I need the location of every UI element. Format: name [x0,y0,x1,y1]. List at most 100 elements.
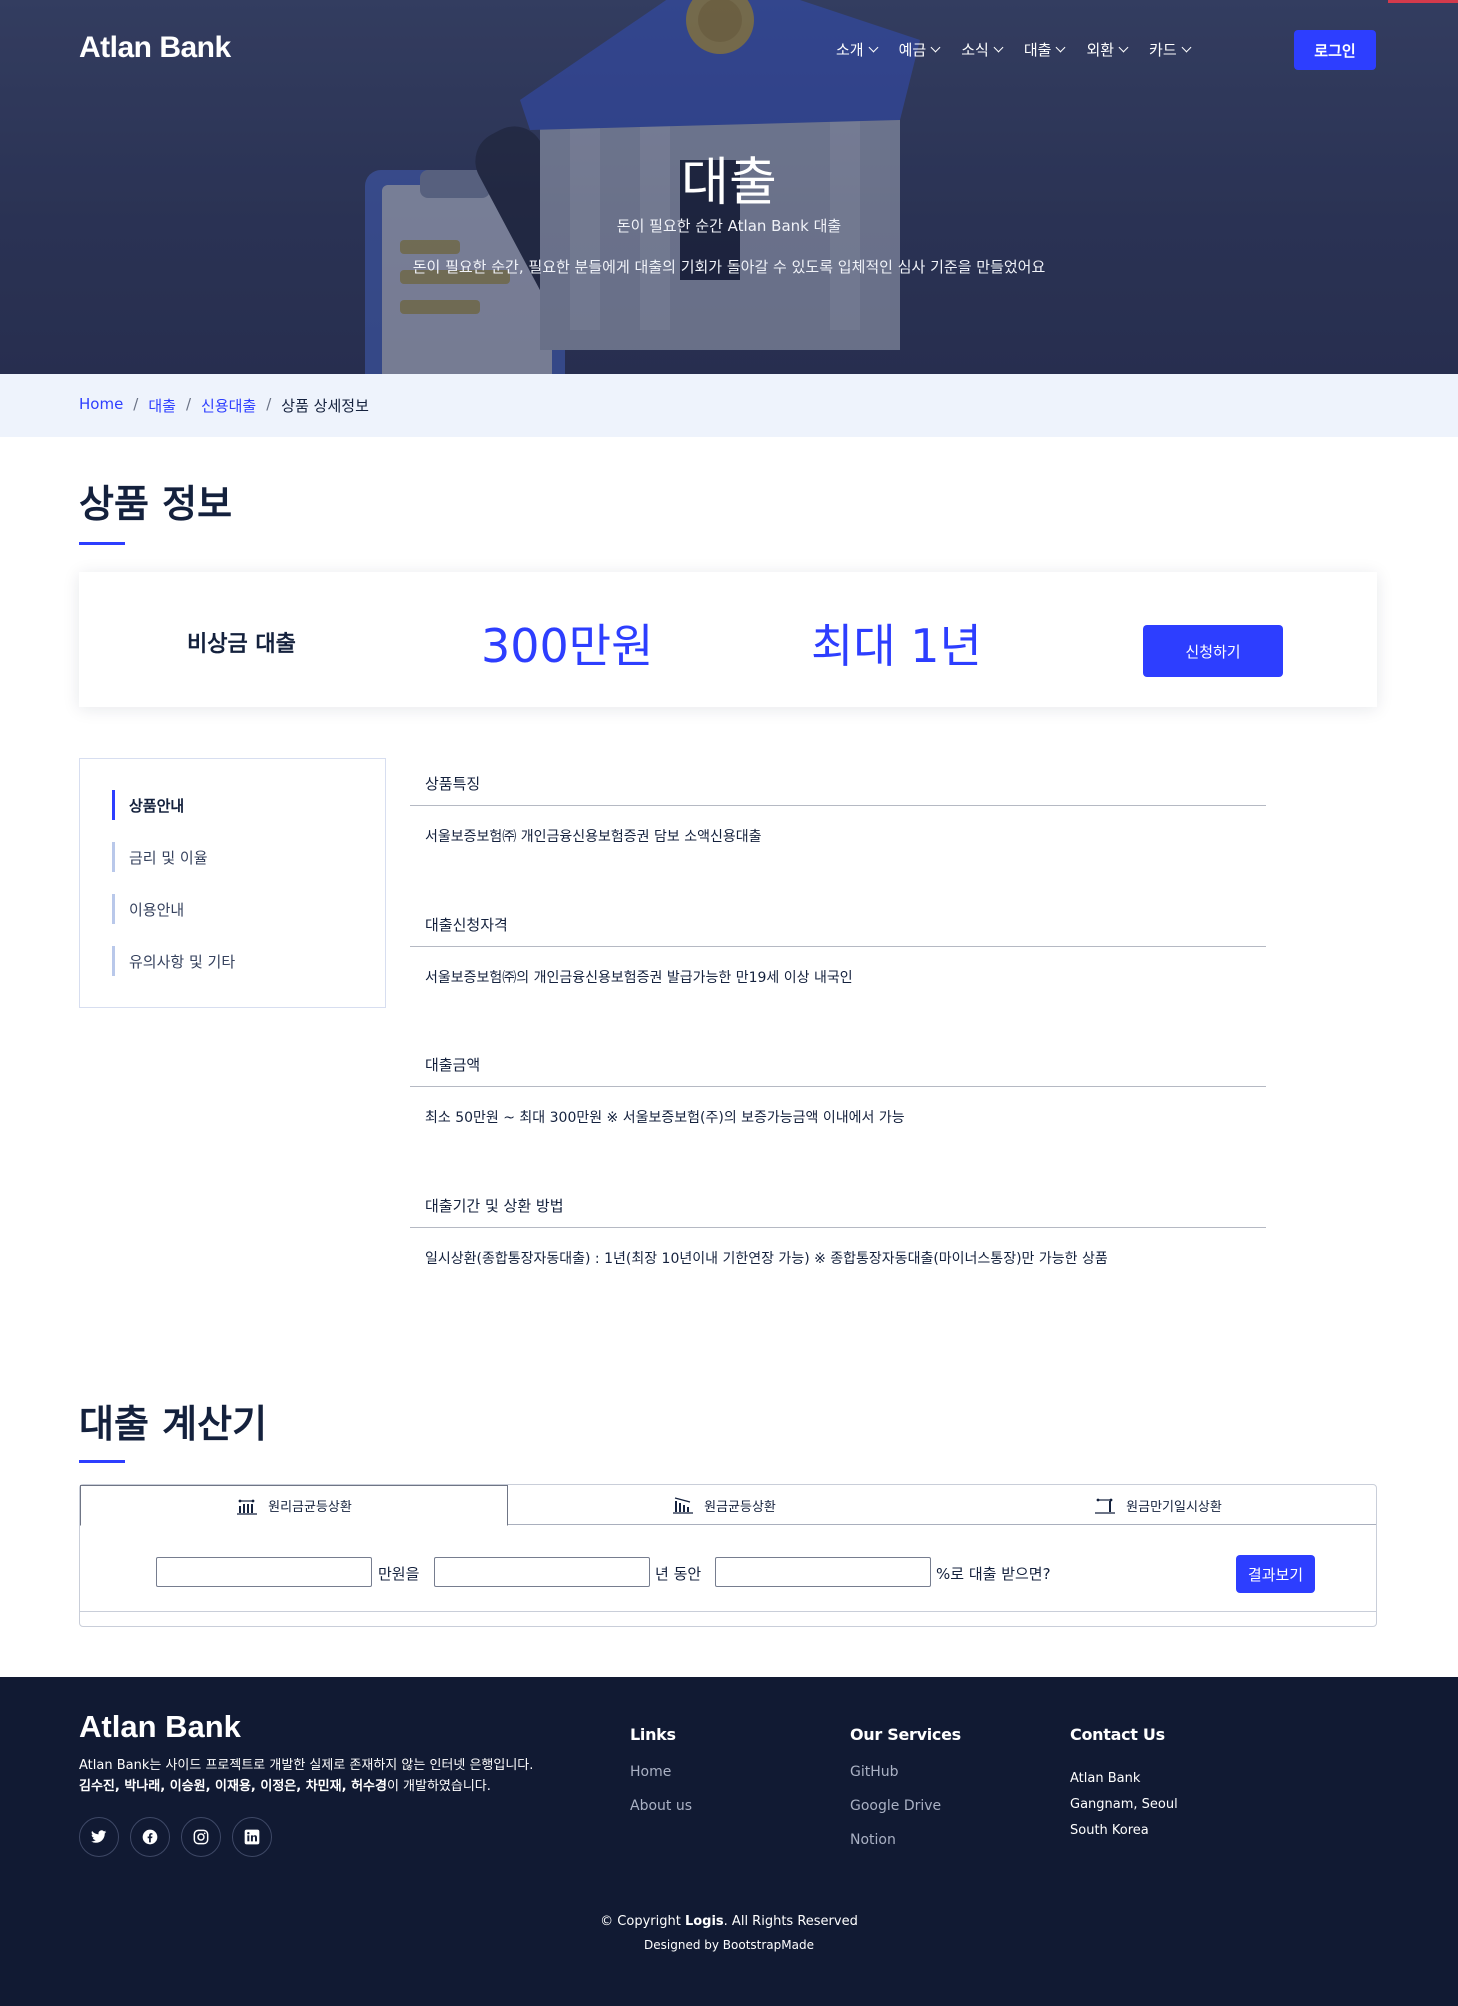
chevron-down-icon [1118,42,1129,53]
descending-chart-icon [673,1497,694,1514]
linkedin-icon[interactable] [232,1817,272,1857]
copyright-brand: Logis [684,1914,724,1929]
footer-logo[interactable]: Atlan Bank [79,1709,241,1745]
apply-button[interactable]: 신청하기 [1143,625,1283,677]
nav-item-loan[interactable]: 대출 [1023,39,1066,60]
breadcrumb-separator: / [266,395,272,413]
section-underline [79,542,125,545]
rate-unit-label: %로 대출 받으면? [936,1565,1051,1583]
side-menu-item-product-guide[interactable]: 상품안내 [112,790,184,820]
footer-link-home[interactable]: Home [630,1764,671,1780]
nav-item-intro[interactable]: 소개 [836,39,879,60]
loan-amount-input[interactable] [156,1557,372,1587]
footer-link-about[interactable]: About us [630,1798,692,1814]
detail-heading: 대출금액 [425,1056,481,1074]
interest-rate-input[interactable] [715,1557,931,1587]
product-max-amount: 300만원 [481,619,654,673]
team-suffix: 이 개발하였습니다. [386,1779,491,1794]
footer-link-notion[interactable]: Notion [850,1832,896,1848]
chevron-down-icon [993,42,1004,53]
site-footer: Atlan Bank Atlan Bank는 사이드 프로젝트로 개발한 실제로… [0,1677,1458,2006]
footer-links-title: Links [630,1725,676,1744]
calculator-tabs: 원리금균등상환 원금균등상환 원금만기일시상환 [80,1485,1376,1526]
breadcrumb-separator: / [185,395,192,413]
nav-item-news[interactable]: 소식 [961,39,1004,60]
divider [410,1227,1266,1228]
side-menu-item-interest[interactable]: 금리 및 이율 [112,842,208,872]
detail-block-amount: 대출금액 최소 50만원 ~ 최대 300만원 ※ 서울보증보험(주)의 보증가… [410,1054,1266,1127]
social-links [79,1817,272,1857]
product-name: 비상금 대출 [187,632,296,657]
divider [410,1086,1266,1087]
footer-description: Atlan Bank는 사이드 프로젝트로 개발한 실제로 존재하지 않는 인터… [79,1758,534,1773]
amount-unit-label: 만원을 [378,1565,420,1583]
footer-team: 김수진, 박나래, 이승원, 이재용, 이정은, 차민재, 허수경이 개발하였습… [79,1775,491,1794]
tab-bullet-repayment[interactable]: 원금만기일시상환 [940,1485,1376,1525]
copyright-suffix: . All Rights Reserved [723,1914,858,1929]
team-names: 김수진, 박나래, 이승원, 이재용, 이정은, 차민재, 허수경 [79,1779,387,1794]
hero-title: 대출 [681,153,777,213]
product-max-term: 최대 1년 [811,619,982,673]
detail-block-eligibility: 대출신청자격 서울보증보험㈜의 개인금융신용보험증권 발급가능한 만19세 이상… [410,914,1266,987]
nav-item-label: 외환 [1086,41,1115,59]
chevron-down-icon [1181,42,1192,53]
detail-body: 서울보증보험㈜의 개인금융신용보험증권 발급가능한 만19세 이상 내국인 [425,970,853,986]
top-accent-line [1388,0,1458,3]
side-menu-item-notes[interactable]: 유의사항 및 기타 [112,946,235,976]
divider [410,946,1266,947]
product-side-menu: 상품안내 금리 및 이율 이용안내 유의사항 및 기타 [79,758,386,1008]
hero-subtitle: 돈이 필요한 순간 Atlan Bank 대출 [616,217,842,235]
site-logo[interactable]: Atlan Bank [79,31,231,65]
twitter-icon[interactable] [79,1817,119,1857]
bar-chart-icon [237,1499,258,1515]
side-menu-item-usage[interactable]: 이용안내 [112,894,184,924]
nav-item-deposit[interactable]: 예금 [898,39,941,60]
calculate-button[interactable]: 결과보기 [1236,1555,1315,1593]
calculator-input-row: 만원을 년 동안 %로 대출 받으면? 결과보기 [80,1525,1376,1612]
nav-item-card[interactable]: 카드 [1149,39,1192,60]
nav-item-label: 카드 [1149,41,1177,59]
breadcrumb-home[interactable]: Home [79,395,123,416]
tab-label: 원금균등상환 [704,1499,776,1515]
divider [410,805,1266,806]
footer-link-github[interactable]: GitHub [850,1764,899,1780]
instagram-icon[interactable] [181,1817,221,1857]
breadcrumb-loan[interactable]: 대출 [148,395,176,416]
facebook-icon[interactable] [130,1817,170,1857]
tab-equal-principal[interactable]: 원금균등상환 [508,1485,940,1525]
contact-line: South Korea [1070,1823,1149,1838]
copyright: © Copyright Logis. All Rights Reserved [0,1914,1458,1929]
breadcrumb: Home / 대출 / 신용대출 / 상품 상세정보 [79,395,369,416]
chevron-down-icon [868,42,879,53]
detail-heading: 대출신청자격 [425,916,508,934]
tab-equal-payment[interactable]: 원리금균등상환 [80,1485,508,1526]
nav-item-forex[interactable]: 외환 [1086,39,1129,60]
tab-label: 원리금균등상환 [268,1500,352,1515]
breadcrumb-separator: / [133,395,139,413]
nav-item-label: 소개 [836,41,864,59]
copyright-prefix: © Copyright [600,1914,685,1929]
calculator-section-title: 대출 계산기 [79,1402,268,1446]
loan-years-input[interactable] [434,1557,650,1587]
breadcrumb-credit-loan[interactable]: 신용대출 [201,395,256,416]
detail-body: 최소 50만원 ~ 최대 300만원 ※ 서울보증보험(주)의 보증가능금액 이… [425,1110,905,1126]
bullet-chart-icon [1095,1498,1116,1514]
detail-block-features: 상품특징 서울보증보험㈜ 개인금융신용보험증권 담보 소액신용대출 [410,773,1266,846]
footer-link-google-drive[interactable]: Google Drive [850,1798,941,1814]
designed-by: Designed by BootstrapMade [644,1938,814,1952]
nav-item-label: 소식 [961,41,989,59]
nav-item-label: 대출 [1023,41,1052,59]
detail-body: 일시상환(종합통장자동대출) : 1년(최장 10년이내 기한연장 가능) ※ … [425,1251,1108,1267]
years-unit-label: 년 동안 [655,1565,702,1583]
footer-contact-title: Contact Us [1070,1725,1165,1744]
hero-description: 돈이 필요한 순간, 필요한 분들에게 대출의 기회가 돌아갈 수 있도록 입체… [412,258,1046,276]
contact-line: Atlan Bank [1070,1771,1141,1786]
contact-line: Gangnam, Seoul [1070,1797,1178,1812]
nav-item-label: 예금 [898,41,927,59]
chevron-down-icon [930,42,941,53]
detail-body: 서울보증보험㈜ 개인금융신용보험증권 담보 소액신용대출 [425,829,762,845]
main-nav: 소개 예금 소식 대출 외환 카드 [836,39,1212,60]
login-button[interactable]: 로그인 [1294,30,1376,70]
tab-label: 원금만기일시상환 [1126,1499,1222,1515]
loan-calculator: 원리금균등상환 원금균등상환 원금만기일시상환 만원을 년 동안 %로 대출 받… [79,1484,1377,1627]
